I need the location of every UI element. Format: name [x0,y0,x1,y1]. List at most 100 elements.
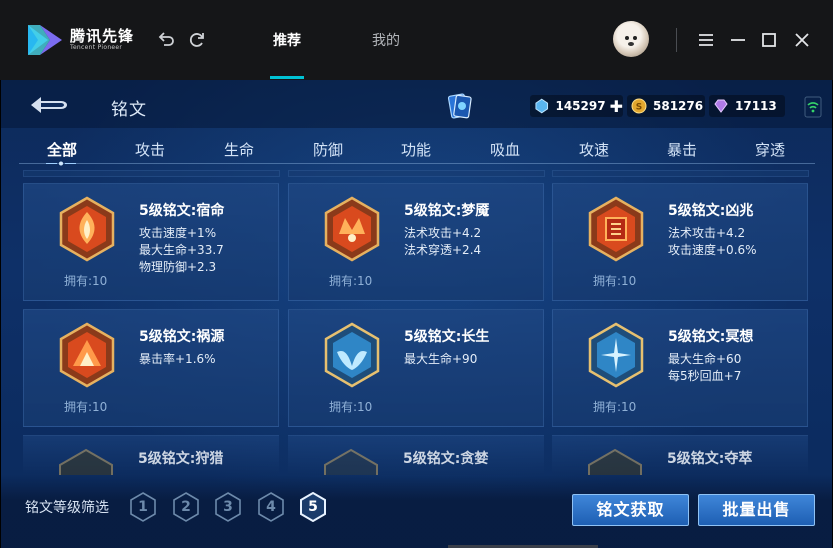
partial-rune-row: 5级铭文:狩猎 5级铭文:贪婪 5级铭文:夺萃 [1,435,832,475]
rune-stat: 攻击速度+1% [139,226,217,240]
tab-all[interactable]: 全部 [47,139,77,160]
gem-resource: 17113 [709,95,785,117]
tab-lifesteal[interactable]: 吸血 [490,139,520,160]
tab-attack-speed[interactable]: 攻速 [579,139,609,160]
gold-resource: S 581276 [627,95,705,117]
rune-card-mengyan[interactable]: 5级铭文:梦魇 法术攻击+4.2 法术穿透+2.4 拥有:10 [288,183,544,301]
red-rune-icon [59,196,115,262]
rune-card-suming[interactable]: 5级铭文:宿命 攻击速度+1% 最大生命+33.7 物理防御+2.3 拥有:10 [23,183,279,301]
active-tab-indicator [270,76,304,79]
avatar[interactable] [613,21,649,57]
add-crystal-button[interactable]: ✚ [610,97,623,116]
rune-stat: 暴击率+1.6% [139,352,216,366]
owned-count: 拥有:10 [593,400,637,414]
bulk-sell-button[interactable]: 批量出售 [698,494,815,526]
crystal-resource: 145297 ✚ [530,95,623,117]
tab-recommend[interactable]: 推荐 [273,30,301,50]
rune-stat: 法术攻击+4.2 [404,226,482,240]
clipped-card-top [552,170,809,177]
logo-text-cn: 腾讯先锋 [70,27,135,45]
active-tab-marker-icon [46,161,76,166]
level-filter-label: 铭文等级筛选 [25,500,109,516]
game-screen: 铭文 145297 ✚ S 581276 17113 全部 攻击 生命 防御 功… [1,80,832,548]
rune-name: 5级铭文:梦魇 [404,203,490,219]
rune-card-partial[interactable]: 5级铭文:贪婪 [288,435,544,475]
level-1-filter[interactable]: 1 [129,499,157,515]
refresh-icon[interactable] [187,30,207,50]
rune-card-partial[interactable]: 5级铭文:夺萃 [552,435,808,475]
level-2-filter[interactable]: 2 [172,499,200,515]
gold-amount: 581276 [653,99,704,113]
red-rune-icon [324,196,380,262]
owned-count: 拥有:10 [64,400,108,414]
owned-count: 拥有:10 [593,274,637,288]
logo-mark-icon [28,25,62,55]
tab-attack[interactable]: 攻击 [135,139,165,160]
get-rune-button[interactable]: 铭文获取 [572,494,689,526]
undo-icon[interactable] [156,30,176,50]
category-tabs: 全部 攻击 生命 防御 功能 吸血 攻速 暴击 穿透 [1,135,832,165]
rune-stat: 法术穿透+2.4 [404,243,482,257]
red-rune-icon [59,322,115,388]
owned-count: 拥有:10 [329,274,373,288]
tab-penetration[interactable]: 穿透 [755,139,785,160]
level-5-filter[interactable]: 5 [299,499,327,515]
rune-name: 5级铭文:狩猎 [138,451,224,467]
clipped-card-top [288,170,545,177]
level-3-filter[interactable]: 3 [214,499,242,515]
svg-text:S: S [636,103,642,113]
tab-defense[interactable]: 防御 [313,139,343,160]
rune-name: 5级铭文:祸源 [139,329,225,345]
page-title: 铭文 [111,100,147,120]
blue-crystal-icon [535,98,549,114]
crystal-amount: 145297 [555,99,606,113]
tab-health[interactable]: 生命 [224,139,254,160]
wifi-signal-icon [804,96,822,118]
divider [676,28,677,52]
owned-count: 拥有:10 [64,274,108,288]
logo-text-en: Tencent Pioneer [70,44,123,51]
rune-stat: 最大生命+33.7 [139,243,224,257]
rune-name: 5级铭文:夺萃 [667,451,753,467]
rune-icon-partial [59,448,113,475]
back-arrow-icon[interactable] [27,94,71,116]
rune-name: 5级铭文:贪婪 [403,451,489,467]
close-icon[interactable] [792,30,812,50]
rune-card-mingxiang[interactable]: 5级铭文:冥想 最大生命+60 每5秒回血+7 拥有:10 [552,309,808,427]
rune-name: 5级铭文:宿命 [139,203,225,219]
owned-count: 拥有:10 [329,400,373,414]
launcher-topbar: 腾讯先锋 Tencent Pioneer 推荐 我的 [0,0,833,80]
rune-stat: 法术攻击+4.2 [668,226,746,240]
minimize-icon[interactable] [728,30,748,50]
rune-name: 5级铭文:冥想 [668,329,754,345]
rune-stat: 最大生命+60 [668,352,742,366]
tab-crit[interactable]: 暴击 [667,139,697,160]
rune-icon-partial [324,448,378,475]
blue-rune-icon [588,322,644,388]
tab-function[interactable]: 功能 [401,139,431,160]
rune-icon-partial [588,448,642,475]
rune-stat: 每5秒回血+7 [668,369,742,383]
rune-card-changsheng[interactable]: 5级铭文:长生 最大生命+90 拥有:10 [288,309,544,427]
bottom-bar: 铭文等级筛选 1 2 3 4 5 铭文获取 批量出售 [1,475,832,548]
rune-name: 5级铭文:长生 [404,329,490,345]
tab-mine[interactable]: 我的 [372,30,400,50]
rune-name: 5级铭文:凶兆 [668,203,754,219]
tab-divider [19,163,815,164]
purple-gem-icon [714,99,728,113]
tencent-pioneer-logo[interactable]: 腾讯先锋 Tencent Pioneer [24,22,134,58]
menu-icon[interactable] [696,30,716,50]
level-4-filter[interactable]: 4 [257,499,285,515]
gold-coin-icon: S [631,98,647,114]
red-rune-icon [588,196,644,262]
rune-card-icon[interactable] [447,92,473,120]
rune-card-huoyuan[interactable]: 5级铭文:祸源 暴击率+1.6% 拥有:10 [23,309,279,427]
rune-stat: 攻击速度+0.6% [668,243,757,257]
rune-card-xiongzhao[interactable]: 5级铭文:凶兆 法术攻击+4.2 攻击速度+0.6% 拥有:10 [552,183,808,301]
clipped-card-top [23,170,280,177]
game-header: 铭文 145297 ✚ S 581276 17113 [1,80,832,128]
gem-amount: 17113 [735,99,777,113]
rune-card-partial[interactable]: 5级铭文:狩猎 [23,435,279,475]
rune-stat: 最大生命+90 [404,352,478,366]
maximize-icon[interactable] [759,30,779,50]
